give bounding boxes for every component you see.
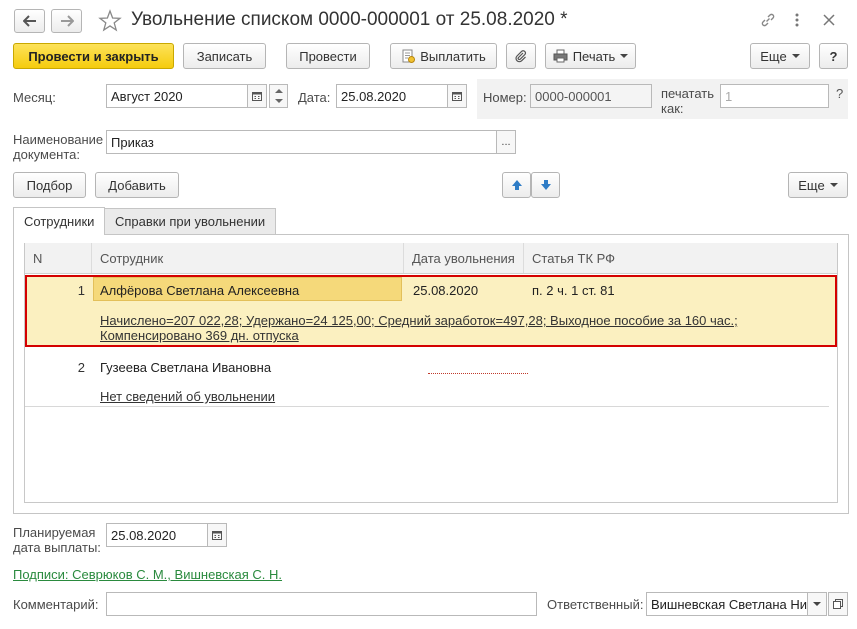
row-employee: Гузеева Светлана Ивановна: [100, 360, 272, 375]
responsible-open-button[interactable]: [828, 592, 848, 616]
arrow-right-icon: [60, 15, 74, 27]
pick-button[interactable]: Подбор: [13, 172, 86, 198]
selection-frame: [25, 275, 837, 347]
date-value: 25.08.2020: [341, 88, 407, 104]
stepper-down-icon[interactable]: [275, 99, 283, 103]
print-button[interactable]: Печать: [545, 43, 636, 69]
help-button[interactable]: ?: [819, 43, 848, 69]
paperclip-icon: [515, 50, 526, 63]
row-details-link[interactable]: Нет сведений об увольнении: [100, 389, 275, 404]
docname-label: Наименование документа:: [13, 132, 104, 162]
print-as-placeholder: 1: [725, 88, 733, 104]
help-label: ?: [829, 48, 838, 64]
stepper-up-icon[interactable]: [275, 89, 283, 93]
responsible-value: Вишневская Светлана Ни: [651, 596, 807, 612]
star-icon[interactable]: [98, 9, 122, 33]
attach-button[interactable]: [506, 43, 536, 69]
date-calendar-button[interactable]: [447, 84, 467, 108]
month-value: Август 2020: [111, 88, 183, 104]
docname-field[interactable]: Приказ: [106, 130, 497, 154]
save-label: Записать: [196, 48, 253, 64]
column-header-dismissal-date[interactable]: Дата увольнения: [404, 243, 524, 273]
close-icon[interactable]: [823, 14, 835, 26]
arrow-down-icon: [540, 180, 551, 190]
responsible-field[interactable]: Вишневская Светлана Ни: [646, 592, 808, 616]
arrow-left-icon: [22, 15, 36, 27]
save-button[interactable]: Записать: [183, 43, 266, 69]
month-label: Месяц:: [13, 90, 56, 105]
post-label: Провести: [299, 48, 357, 64]
responsible-label: Ответственный:: [547, 597, 644, 612]
pay-document-icon: [402, 49, 416, 63]
pay-date-field[interactable]: 25.08.2020: [106, 523, 208, 547]
arrow-up-icon: [511, 180, 522, 190]
add-label: Добавить: [108, 177, 166, 193]
pay-date-label: Планируемая дата выплаты:: [13, 525, 101, 555]
open-window-icon: [833, 599, 843, 609]
more-button[interactable]: Еще: [750, 43, 810, 69]
month-field[interactable]: Август 2020: [106, 84, 249, 108]
print-as-help-button[interactable]: ?: [836, 86, 848, 104]
row-details-line1: Нет сведений об увольнении: [100, 389, 276, 404]
ellipsis-icon: ...: [501, 136, 511, 148]
table-more-label: Еще: [798, 177, 825, 193]
menu-dots-icon[interactable]: [793, 12, 801, 28]
post-button[interactable]: Провести: [286, 43, 370, 69]
window-title: Увольнение списком 0000-000001 от 25.08.…: [131, 9, 568, 30]
column-header-n[interactable]: N: [25, 243, 92, 273]
chevron-down-icon: [791, 54, 800, 58]
comment-field[interactable]: [106, 592, 537, 616]
row-number: 2: [77, 360, 85, 375]
chevron-down-icon: [829, 183, 838, 187]
tab-dismissal-certificates[interactable]: Справки при увольнении: [104, 208, 277, 234]
pay-date-value: 25.08.2020: [111, 527, 177, 543]
month-calendar-button[interactable]: [247, 84, 267, 108]
pay-label: Выплатить: [420, 48, 486, 64]
date-label: Дата:: [298, 90, 331, 105]
column-header-employee[interactable]: Сотрудник: [92, 243, 404, 273]
number-label: Номер:: [483, 90, 527, 105]
table-more-button[interactable]: Еще: [788, 172, 848, 198]
tab-employees-label: Сотрудники: [24, 214, 95, 229]
back-button[interactable]: [14, 9, 45, 33]
calendar-icon: [212, 531, 222, 540]
header-divider: [25, 273, 837, 274]
add-button[interactable]: Добавить: [95, 172, 179, 198]
calendar-icon: [452, 92, 462, 101]
chevron-down-icon: [620, 54, 629, 58]
date-field[interactable]: 25.08.2020: [336, 84, 448, 108]
number-field: 0000-000001: [530, 84, 652, 108]
move-up-button[interactable]: [502, 172, 531, 198]
row-divider: [25, 406, 829, 407]
tab-dismissal-certificates-label: Справки при увольнении: [115, 214, 266, 229]
more-label: Еще: [760, 48, 787, 64]
move-down-button[interactable]: [531, 172, 560, 198]
docname-select-button[interactable]: ...: [496, 130, 516, 154]
number-value: 0000-000001: [535, 88, 612, 104]
docname-value: Приказ: [111, 134, 154, 150]
print-as-label: печатать как:: [661, 86, 715, 116]
calendar-icon: [252, 92, 262, 101]
forward-button[interactable]: [51, 9, 82, 33]
pay-date-calendar-button[interactable]: [207, 523, 227, 547]
row-date-error-underline: [428, 373, 528, 374]
printer-icon: [553, 49, 568, 63]
pay-button[interactable]: Выплатить: [390, 43, 497, 69]
comment-label: Комментарий:: [13, 597, 99, 612]
signatures-link[interactable]: Подписи: Севрюков С. М., Вишневская С. Н…: [13, 567, 282, 582]
column-header-article[interactable]: Статья ТК РФ: [524, 243, 837, 273]
pick-label: Подбор: [26, 177, 73, 193]
post-and-close-label: Провести и закрыть: [28, 48, 159, 64]
month-stepper[interactable]: [269, 84, 288, 108]
chevron-down-icon: [813, 602, 821, 606]
post-and-close-button[interactable]: Провести и закрыть: [13, 43, 174, 69]
print-label: Печать: [572, 48, 616, 64]
tab-employees[interactable]: Сотрудники: [13, 207, 106, 235]
link-icon[interactable]: [760, 12, 776, 28]
responsible-dropdown-button[interactable]: [807, 592, 827, 616]
print-as-field[interactable]: 1: [720, 84, 829, 108]
